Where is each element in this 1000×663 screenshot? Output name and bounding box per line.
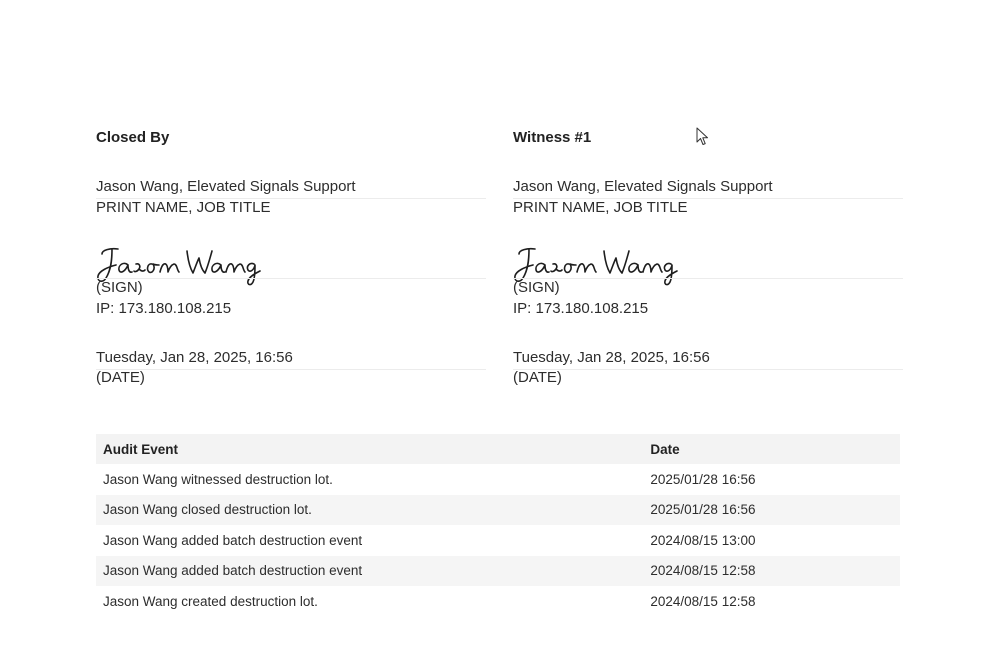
mouse-pointer-icon [696, 127, 708, 145]
table-row: Jason Wang created destruction lot. 2024… [96, 585, 900, 617]
audit-date-header: Date [650, 441, 680, 457]
audit-date-cell: 2024/08/15 13:00 [650, 532, 756, 548]
table-row: Jason Wang added batch destruction event… [96, 525, 900, 556]
audit-header-row: Audit Event Date [96, 434, 900, 465]
audit-event-cell: Jason Wang added batch destruction event [103, 532, 363, 548]
closed-by-name-value: Jason Wang, Elevated Signals Support [96, 178, 356, 195]
witness-heading: Witness #1 [513, 129, 592, 146]
closed-by-heading: Closed By [96, 129, 170, 146]
closed-by-date-value: Tuesday, Jan 28, 2025, 16:56 [96, 349, 293, 366]
witness-ip: IP: 173.180.108.215 [513, 300, 649, 317]
audit-date-cell: 2025/01/28 16:56 [650, 472, 756, 488]
closed-by-name-caption: PRINT NAME, JOB TITLE [96, 199, 271, 216]
audit-date-cell: 2024/08/15 12:58 [650, 563, 756, 579]
witness-date-caption: (DATE) [513, 369, 562, 386]
table-row: Jason Wang witnessed destruction lot. 20… [96, 464, 900, 495]
witness-date-value: Tuesday, Jan 28, 2025, 16:56 [513, 349, 710, 366]
closed-by-sign-caption: (SIGN) [96, 279, 143, 296]
table-row: Jason Wang added batch destruction event… [96, 555, 900, 586]
closed-by-ip: IP: 173.180.108.215 [96, 300, 232, 317]
audit-table: Audit Event Date Jason Wang witnessed de… [96, 434, 900, 617]
audit-event-header: Audit Event [103, 441, 179, 457]
closed-by-sign-rule [96, 278, 486, 279]
witness-sign-rule [513, 278, 903, 279]
closed-by-date-rule [96, 369, 486, 370]
table-row: Jason Wang closed destruction lot. 2025/… [96, 494, 900, 526]
audit-event-cell: Jason Wang added batch destruction event [103, 563, 363, 579]
witness-sign-caption: (SIGN) [513, 279, 560, 296]
audit-date-cell: 2025/01/28 16:56 [650, 502, 756, 518]
audit-event-cell: Jason Wang witnessed destruction lot. [103, 472, 333, 488]
closed-by-date-caption: (DATE) [96, 369, 145, 386]
audit-event-cell: Jason Wang created destruction lot. [103, 593, 318, 609]
audit-date-cell: 2024/08/15 12:58 [650, 593, 756, 609]
witness-name-caption: PRINT NAME, JOB TITLE [513, 199, 688, 216]
witness-name-value: Jason Wang, Elevated Signals Support [513, 178, 773, 195]
witness-date-rule [513, 369, 903, 370]
audit-event-cell: Jason Wang closed destruction lot. [103, 502, 312, 518]
